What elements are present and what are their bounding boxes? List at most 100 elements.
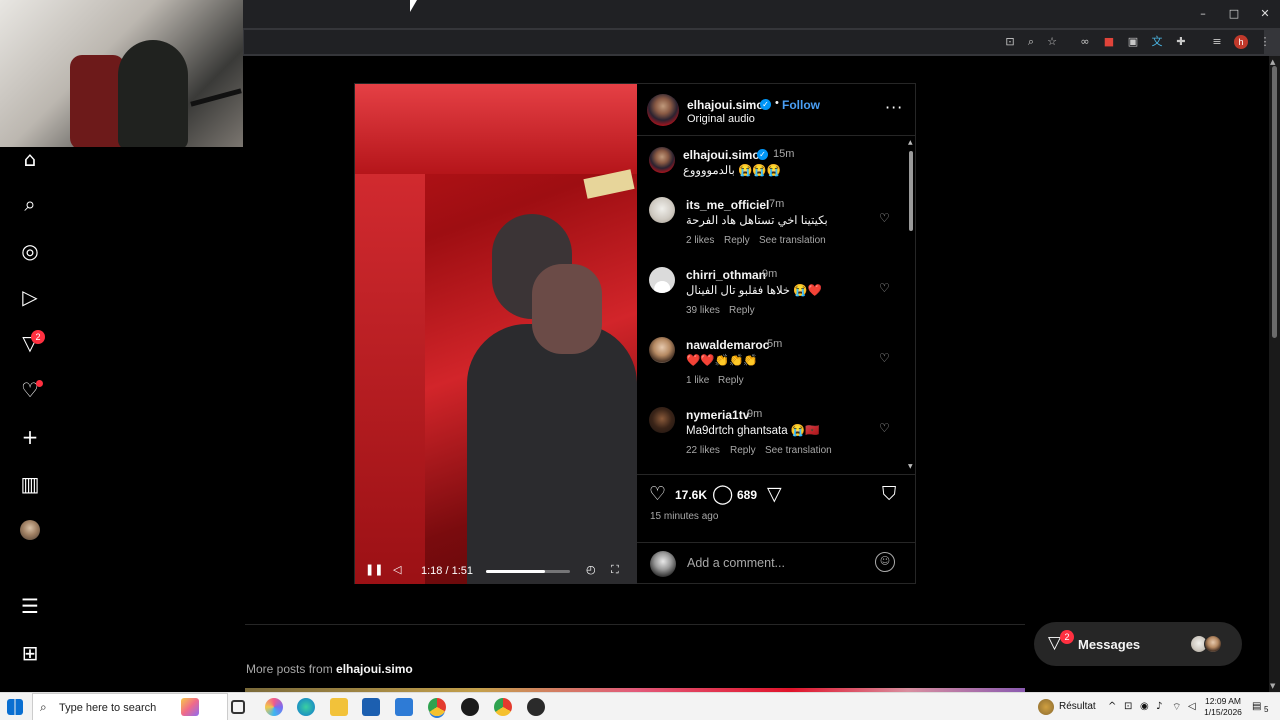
task-view-icon[interactable]: [231, 700, 245, 714]
emoji-icon[interactable]: ☺: [875, 552, 895, 572]
reply-button[interactable]: Reply: [729, 305, 755, 316]
weather-icon[interactable]: [1038, 699, 1054, 715]
comment-username[interactable]: nawaldemaroc: [686, 338, 769, 352]
page-scrollbar[interactable]: ▲ ▼: [1269, 56, 1280, 692]
tray-network-icon[interactable]: ◉: [1140, 701, 1149, 712]
comments-scrollbar[interactable]: ▲ ▼: [907, 137, 915, 472]
microphone-icon[interactable]: ♪: [1156, 701, 1162, 712]
app-red-dot-icon[interactable]: [461, 698, 479, 716]
browser-menu-icon[interactable]: ⋮: [1257, 34, 1273, 50]
copilot-icon[interactable]: [265, 698, 283, 716]
like-count[interactable]: 17.6K: [675, 488, 707, 502]
create-icon[interactable]: +: [18, 425, 42, 449]
see-translation-button[interactable]: See translation: [765, 445, 832, 456]
show-hidden-icons[interactable]: ^: [1108, 701, 1116, 712]
comment-avatar[interactable]: [649, 267, 675, 293]
search-icon[interactable]: ⌕: [18, 192, 42, 216]
comment-item: its_me_officiel 7m بكيتينا اخي تستاهل ها…: [637, 189, 907, 259]
author-username[interactable]: elhajoui.simo: [687, 98, 764, 112]
more-options-icon[interactable]: ···: [885, 98, 903, 117]
comment-likes[interactable]: 22 likes: [686, 445, 720, 456]
zoom-icon[interactable]: ⌕: [1023, 34, 1039, 50]
reels-icon[interactable]: ▷: [18, 285, 42, 309]
scroll-down-icon[interactable]: ▼: [1270, 682, 1275, 690]
chrome-icon[interactable]: [428, 698, 446, 716]
follow-button[interactable]: Follow: [782, 98, 820, 112]
install-app-icon[interactable]: ⊡: [1002, 34, 1018, 50]
comment-icon[interactable]: ◯: [712, 483, 733, 505]
reply-button[interactable]: Reply: [724, 235, 750, 246]
adblock-extension-icon[interactable]: ■: [1101, 34, 1117, 50]
comment-like-icon[interactable]: ♡: [879, 421, 890, 435]
comments-scroll-up-icon[interactable]: ▲: [908, 139, 913, 146]
see-translation-button[interactable]: See translation: [759, 235, 826, 246]
post-video[interactable]: ❚❚ ◁ 1:18 / 1:51 ◴ ⛶: [355, 84, 637, 584]
reading-list-icon[interactable]: ≡: [1209, 34, 1225, 50]
reply-button[interactable]: Reply: [730, 445, 756, 456]
close-window-icon[interactable]: ✕: [1250, 4, 1280, 24]
edge-icon[interactable]: [297, 698, 315, 716]
save-icon[interactable]: ⛉: [882, 483, 896, 505]
file-explorer-icon[interactable]: [330, 698, 348, 716]
translate-extension-icon[interactable]: 文: [1149, 34, 1165, 50]
comment-likes[interactable]: 2 likes: [686, 235, 714, 246]
chrome-profile-icon[interactable]: [494, 698, 512, 716]
also-from-meta-icon[interactable]: ⊞: [18, 641, 42, 665]
weather-label[interactable]: Résultat: [1059, 701, 1096, 712]
taskbar-search[interactable]: ⌕ Type here to search: [32, 693, 228, 720]
app-icon[interactable]: [527, 698, 545, 716]
volume-icon[interactable]: ◁: [393, 563, 401, 576]
comment-username[interactable]: chirri_othman: [686, 268, 766, 282]
comments-scrollbar-thumb[interactable]: [909, 151, 913, 231]
comment-input[interactable]: Add a comment...: [687, 556, 785, 570]
comment-likes[interactable]: 1 like: [686, 375, 709, 386]
notification-center-icon[interactable]: ▤: [1252, 701, 1261, 712]
comments-scroll-down-icon[interactable]: ▼: [908, 463, 913, 470]
minimize-icon[interactable]: –: [1188, 4, 1218, 24]
more-posts-author[interactable]: elhajoui.simo: [336, 662, 413, 676]
like-icon[interactable]: ♡: [649, 483, 666, 505]
comment-username[interactable]: nymeria1tv: [686, 408, 749, 422]
extension-glasses-icon[interactable]: ∞: [1077, 34, 1093, 50]
video-ceiling: [355, 84, 637, 174]
home-icon[interactable]: ⌂: [18, 147, 42, 171]
caption-avatar[interactable]: [649, 147, 675, 173]
page-scrollbar-thumb[interactable]: [1272, 66, 1277, 338]
comment-avatar[interactable]: [649, 337, 675, 363]
profile-avatar[interactable]: [20, 520, 40, 540]
mail-icon[interactable]: [395, 698, 413, 716]
volume-icon[interactable]: ◁: [1188, 701, 1196, 712]
comment-like-icon[interactable]: ♡: [879, 351, 890, 365]
store-icon[interactable]: [362, 698, 380, 716]
taskbar-clock[interactable]: 12:09 AM 1/15/2026: [1200, 696, 1246, 718]
comment-likes[interactable]: 39 likes: [686, 305, 720, 316]
comments-list[interactable]: elhajoui.simo ✓ 15m بالدمووووع 😭😭😭 its_m…: [637, 137, 916, 472]
bookmark-star-icon[interactable]: ☆: [1044, 34, 1060, 50]
extensions-puzzle-icon[interactable]: ✚: [1173, 34, 1189, 50]
author-avatar[interactable]: [647, 94, 679, 126]
audio-label[interactable]: Original audio: [687, 113, 755, 125]
reply-button[interactable]: Reply: [718, 375, 744, 386]
explore-icon[interactable]: ◎: [18, 239, 42, 263]
menu-icon[interactable]: ☰: [18, 594, 42, 618]
messages-button[interactable]: ▽ 2 Messages: [1034, 622, 1242, 666]
pause-icon[interactable]: ❚❚: [365, 563, 383, 576]
fullscreen-icon[interactable]: ⛶: [611, 563, 619, 577]
scroll-up-icon[interactable]: ▲: [1270, 58, 1275, 66]
comment-username[interactable]: its_me_officiel: [686, 198, 769, 212]
comment-avatar[interactable]: [649, 407, 675, 433]
wifi-icon[interactable]: ⌔: [1172, 701, 1181, 714]
video-progress-bar[interactable]: [486, 570, 570, 573]
extension-box-icon[interactable]: ▣: [1125, 34, 1141, 50]
caption-username[interactable]: elhajoui.simo: [683, 148, 760, 162]
playback-speed-icon[interactable]: ◴: [586, 563, 596, 576]
tray-app-icon[interactable]: ⊡: [1124, 701, 1132, 712]
maximize-icon[interactable]: □: [1219, 4, 1249, 24]
browser-profile-avatar[interactable]: h: [1234, 35, 1248, 49]
share-icon[interactable]: ▽: [767, 483, 782, 505]
comment-avatar[interactable]: [649, 197, 675, 223]
comment-like-icon[interactable]: ♡: [879, 211, 890, 225]
comment-like-icon[interactable]: ♡: [879, 281, 890, 295]
dashboard-icon[interactable]: ▥: [18, 472, 42, 496]
start-button[interactable]: [7, 699, 23, 715]
